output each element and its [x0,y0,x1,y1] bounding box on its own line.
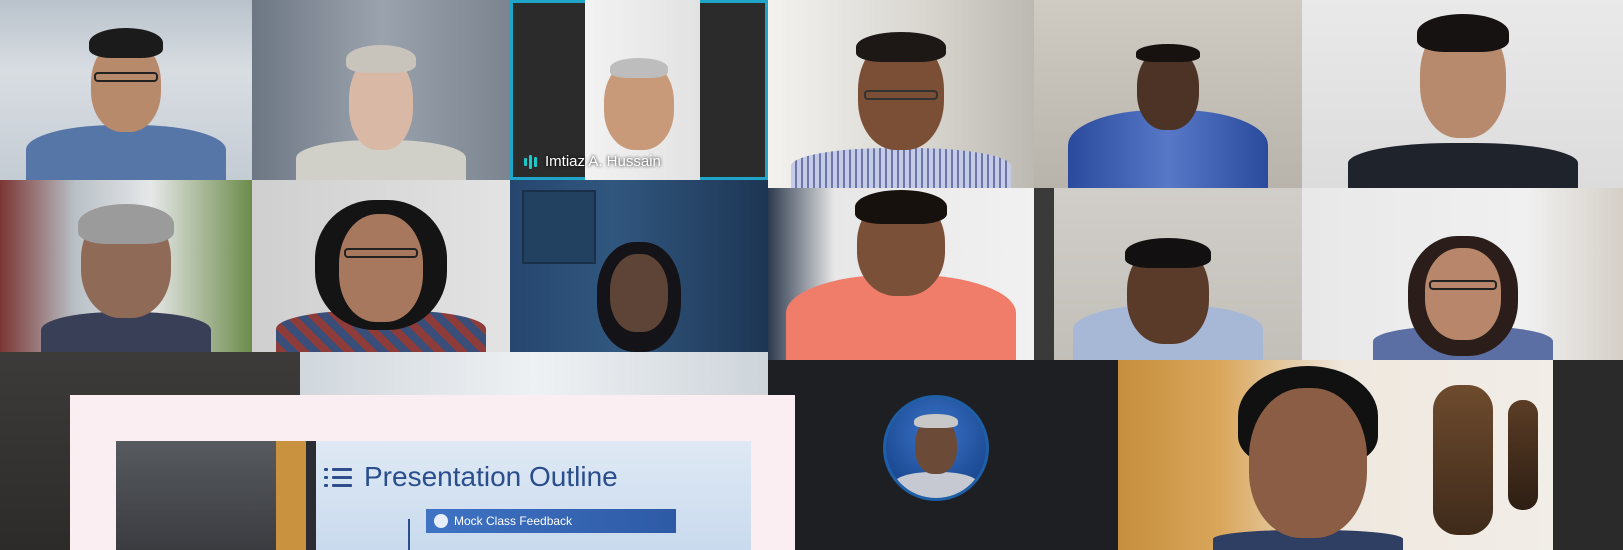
participant-hair [856,32,946,62]
participant-tile-4[interactable] [768,0,1034,188]
participant-body [1347,143,1578,188]
participant-hair [610,58,668,78]
slide-connector [408,519,410,550]
participant-tile-11[interactable] [1034,188,1302,360]
participant-body [894,472,978,498]
participant-tile-9[interactable] [510,180,768,352]
participant-head [339,214,423,322]
participant-body [41,312,211,352]
shared-screen[interactable]: Presentation Outline Mock Class Feedback [70,395,795,550]
participant-body [791,148,1011,188]
window-background [300,352,768,397]
participant-tile-5[interactable] [1034,0,1302,188]
participant-tile-7[interactable] [0,180,252,352]
window-background [1553,360,1623,550]
window-background [1034,188,1054,360]
window-background [522,190,596,264]
participant-hair [855,190,947,224]
participant-tile-active-speaker[interactable]: Imtiaz A. Hussain [510,0,768,180]
participant-tile-2[interactable] [252,0,510,180]
glasses [1428,280,1497,290]
presenter-door [276,441,306,550]
glasses [864,90,938,100]
participant-head [610,254,668,332]
participant-tile-1[interactable] [0,0,252,180]
participant-hair [346,45,416,73]
smiley-icon [434,514,448,528]
video-grid: Imtiaz A. Hussain Presentation Outline M… [0,0,1623,550]
participant-tile-6[interactable] [1302,0,1623,188]
slide-title-row: Presentation Outline [324,461,618,493]
participant-avatar [883,395,989,501]
speaker-name: Imtiaz A. Hussain [545,153,661,170]
wall-decor [1508,400,1538,510]
participant-tile-10[interactable] [768,188,1034,360]
participant-hair [89,28,163,58]
slide-title: Presentation Outline [364,461,618,492]
slide-outline-item: Mock Class Feedback [426,509,676,533]
participant-hair [1416,14,1509,52]
participant-tile-8[interactable] [252,180,510,352]
participant-hair [1136,44,1200,62]
participant-tile-14[interactable] [1118,360,1623,550]
shared-screen-content: Presentation Outline Mock Class Feedback [116,441,751,550]
glasses [94,72,158,82]
speaker-name-label: Imtiaz A. Hussain [524,153,661,170]
presenter-room [116,441,276,550]
slide-item-label: Mock Class Feedback [454,514,573,528]
presentation-slide: Presentation Outline Mock Class Feedback [316,441,751,550]
audio-wave-icon [524,154,537,169]
participant-hair [914,414,958,428]
participant-hair [1125,238,1211,268]
participant-head [1424,248,1501,340]
glasses [344,248,418,258]
participant-body [26,125,226,180]
participant-hair [78,204,174,244]
participant-tile-avatar[interactable] [768,360,1118,550]
wall-decor [1433,385,1493,535]
list-icon [324,466,352,488]
participant-head [1249,388,1367,538]
participant-tile-12[interactable] [1302,188,1623,360]
